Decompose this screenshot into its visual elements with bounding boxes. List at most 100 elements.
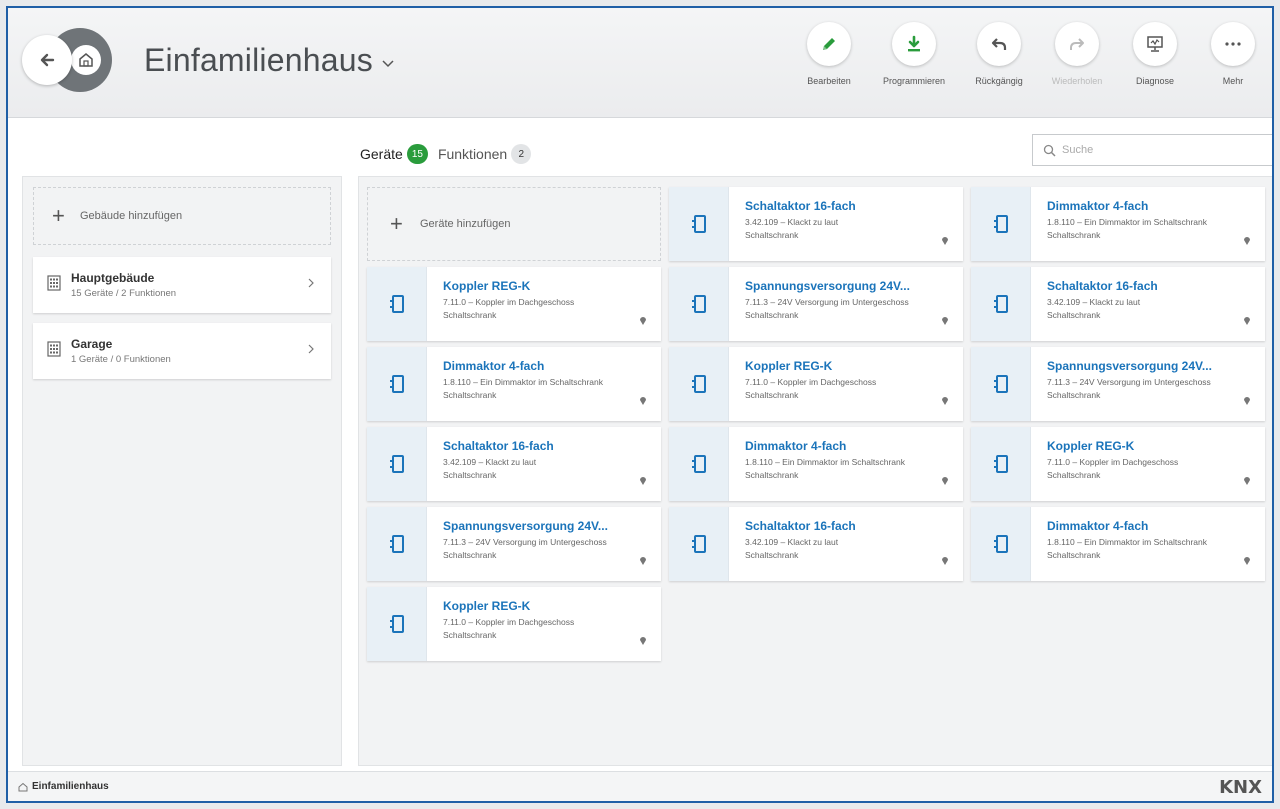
undo-button[interactable]: Rückgängig (960, 22, 1038, 102)
device-text: Schaltaktor 16-fach 3.42.109 – Klackt zu … (729, 507, 949, 581)
device-card[interactable]: Spannungsversorgung 24V... 7.11.3 – 24V V… (971, 347, 1265, 421)
device-text: Dimmaktor 4-fach 1.8.110 – Ein Dimmaktor … (729, 427, 949, 501)
device-card[interactable]: Koppler REG-K 7.11.0 – Koppler im Dachges… (367, 587, 661, 661)
location-pin-icon (1244, 237, 1250, 245)
device-address: 7.11.0 – Koppler im Dachgeschoss (443, 617, 575, 627)
building-icon (47, 340, 71, 362)
device-address: 3.42.109 – Klackt zu laut (1047, 297, 1141, 307)
device-icon (367, 347, 427, 421)
location-pin-icon (640, 317, 646, 325)
add-building-label: Gebäude hinzufügen (80, 210, 183, 222)
building-item[interactable]: Garage 1 Geräte / 0 Funktionen (33, 323, 331, 379)
device-address: 1.8.110 – Ein Dimmaktor im Schaltschrank (745, 457, 905, 467)
device-address: 7.11.0 – Koppler im Dachgeschoss (745, 377, 877, 387)
device-location: Schaltschrank (443, 390, 497, 400)
device-name: Dimmaktor 4-fach (1047, 519, 1149, 533)
location-pin-icon (1244, 317, 1250, 325)
device-location: Schaltschrank (443, 550, 497, 560)
edit-button[interactable]: Bearbeiten (790, 22, 868, 102)
add-device-button[interactable]: + Geräte hinzufügen (367, 187, 661, 261)
app-window: Einfamilienhaus Bearbeiten Programmieren… (6, 6, 1274, 803)
building-name: Garage (71, 337, 113, 351)
device-name: Spannungsversorgung 24V... (443, 519, 608, 533)
edit-label: Bearbeiten (807, 76, 851, 86)
redo-icon (1070, 38, 1084, 50)
arrow-left-icon (40, 53, 55, 67)
building-icon (47, 274, 71, 296)
status-bar: Einfamilienhaus KNX (8, 771, 1272, 801)
device-icon (669, 427, 729, 501)
device-address: 1.8.110 – Ein Dimmaktor im Schaltschrank (1047, 537, 1207, 547)
location-pin-icon (942, 557, 948, 565)
device-name: Schaltaktor 16-fach (443, 439, 554, 453)
redo-label: Wiederholen (1051, 76, 1103, 86)
device-icon (367, 587, 427, 661)
device-text: Koppler REG-K 7.11.0 – Koppler im Dachges… (427, 587, 647, 661)
back-button[interactable] (22, 35, 72, 85)
device-address: 3.42.109 – Klackt zu laut (745, 217, 839, 227)
device-card[interactable]: Dimmaktor 4-fach 1.8.110 – Ein Dimmaktor … (367, 347, 661, 421)
device-location: Schaltschrank (1047, 550, 1101, 560)
device-card[interactable]: Koppler REG-K 7.11.0 – Koppler im Dachges… (669, 347, 963, 421)
add-building-button[interactable]: + Gebäude hinzufügen (33, 187, 331, 245)
device-address: 7.11.0 – Koppler im Dachgeschoss (1047, 457, 1179, 467)
device-icon (367, 507, 427, 581)
buildings-panel: + Gebäude hinzufügen Hauptgebäude 15 Gerä… (22, 176, 342, 766)
device-card[interactable]: Schaltaktor 16-fach 3.42.109 – Klackt zu … (367, 427, 661, 501)
device-location: Schaltschrank (745, 550, 799, 560)
device-card[interactable]: Schaltaktor 16-fach 3.42.109 – Klackt zu … (669, 187, 963, 261)
building-item[interactable]: Hauptgebäude 15 Geräte / 2 Funktionen (33, 257, 331, 313)
device-icon (669, 347, 729, 421)
device-card[interactable]: Schaltaktor 16-fach 3.42.109 – Klackt zu … (971, 267, 1265, 341)
device-location: Schaltschrank (745, 470, 799, 480)
program-label: Programmieren (882, 76, 946, 86)
device-text: Schaltaktor 16-fach 3.42.109 – Klackt zu … (427, 427, 647, 501)
location-pin-icon (640, 397, 646, 405)
program-button[interactable]: Programmieren (868, 22, 960, 102)
redo-button[interactable]: Wiederholen (1038, 22, 1116, 102)
device-location: Schaltschrank (443, 310, 497, 320)
device-card[interactable]: Koppler REG-K 7.11.0 – Koppler im Dachges… (971, 427, 1265, 501)
tab-functions-label: Funktionen (437, 146, 508, 162)
more-button[interactable]: Mehr (1194, 22, 1272, 102)
diagnose-button[interactable]: Diagnose (1116, 22, 1194, 102)
device-name: Dimmaktor 4-fach (1047, 199, 1149, 213)
device-icon (669, 507, 729, 581)
building-text: Hauptgebäude 15 Geräte / 2 Funktionen (71, 271, 176, 299)
device-text: Spannungsversorgung 24V... 7.11.3 – 24V V… (1031, 347, 1251, 421)
location-pin-icon (640, 477, 646, 485)
device-card[interactable]: Koppler REG-K 7.11.0 – Koppler im Dachges… (367, 267, 661, 341)
toolbar: Bearbeiten Programmieren Rückgängig Wied… (790, 22, 1272, 102)
device-card[interactable]: Dimmaktor 4-fach 1.8.110 – Ein Dimmaktor … (669, 427, 963, 501)
device-icon (367, 427, 427, 501)
device-text: Koppler REG-K 7.11.0 – Koppler im Dachges… (729, 347, 949, 421)
location-pin-icon (942, 477, 948, 485)
device-icon (971, 427, 1031, 501)
home-icon (18, 782, 28, 791)
search-input[interactable] (1062, 144, 1262, 156)
device-address: 3.42.109 – Klackt zu laut (443, 457, 537, 467)
device-name: Dimmaktor 4-fach (745, 439, 847, 453)
tab-devices[interactable]: Geräte 15 (360, 144, 428, 164)
device-text: Spannungsversorgung 24V... 7.11.3 – 24V V… (729, 267, 949, 341)
device-card[interactable]: Dimmaktor 4-fach 1.8.110 – Ein Dimmaktor … (971, 507, 1265, 581)
device-card[interactable]: Spannungsversorgung 24V... 7.11.3 – 24V V… (669, 267, 963, 341)
undo-label: Rückgängig (975, 76, 1023, 86)
tab-devices-label: Geräte (360, 146, 403, 162)
device-card[interactable]: Spannungsversorgung 24V... 7.11.3 – 24V V… (367, 507, 661, 581)
building-info: 15 Geräte / 2 Funktionen (71, 288, 177, 299)
device-location: Schaltschrank (745, 310, 799, 320)
location-pin-icon (640, 637, 646, 645)
device-address: 1.8.110 – Ein Dimmaktor im Schaltschrank (443, 377, 603, 387)
device-text: Schaltaktor 16-fach 3.42.109 – Klackt zu … (1031, 267, 1251, 341)
device-name: Schaltaktor 16-fach (1047, 279, 1158, 293)
tab-functions[interactable]: Funktionen 2 (437, 144, 532, 164)
device-text: Koppler REG-K 7.11.0 – Koppler im Dachges… (1031, 427, 1251, 501)
project-title-dropdown[interactable]: Einfamilienhaus (144, 42, 395, 79)
device-icon (971, 267, 1031, 341)
device-location: Schaltschrank (443, 630, 497, 640)
device-icon (971, 187, 1031, 261)
device-card[interactable]: Schaltaktor 16-fach 3.42.109 – Klackt zu … (669, 507, 963, 581)
device-card[interactable]: Dimmaktor 4-fach 1.8.110 – Ein Dimmaktor … (971, 187, 1265, 261)
device-name: Spannungsversorgung 24V... (1047, 359, 1212, 373)
